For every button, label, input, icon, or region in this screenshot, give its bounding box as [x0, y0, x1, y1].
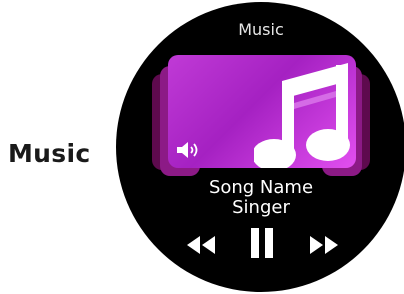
- speaker-icon[interactable]: [176, 141, 204, 159]
- pause-icon[interactable]: [250, 228, 274, 258]
- app-title: Music: [238, 20, 284, 39]
- artist-name: Singer: [232, 197, 290, 218]
- rewind-icon[interactable]: [186, 234, 216, 256]
- album-art-card[interactable]: [168, 55, 356, 168]
- screen: Music Music Song Name Singer: [0, 0, 404, 294]
- song-title: Song Name: [208, 177, 314, 198]
- fast-forward-icon[interactable]: [309, 234, 339, 256]
- music-note-icon: [254, 63, 350, 168]
- side-label: Music: [8, 139, 91, 168]
- watch-face: Music Song Name Singer: [116, 2, 404, 292]
